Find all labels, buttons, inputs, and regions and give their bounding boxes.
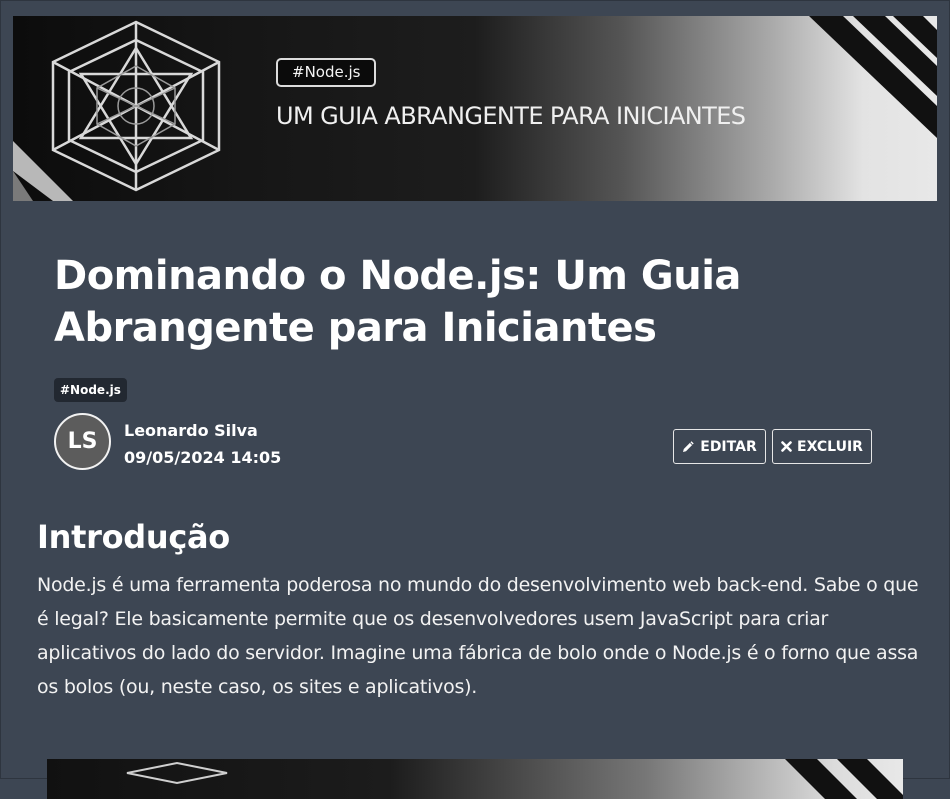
cover-banner: #Node.js UM GUIA ABRANGENTE PARA INICIAN… xyxy=(13,16,937,201)
post-tag[interactable]: #Node.js xyxy=(54,378,127,402)
content-image-stripes xyxy=(126,759,903,799)
pencil-icon xyxy=(683,441,694,452)
content-image xyxy=(47,759,903,799)
edit-button[interactable]: EDITAR xyxy=(673,429,766,464)
delete-label: EXCLUIR xyxy=(797,438,863,455)
section-heading: Introdução xyxy=(37,518,230,556)
author-name: Leonardo Silva xyxy=(124,421,258,440)
banner-subtitle: UM GUIA ABRANGENTE PARA INICIANTES xyxy=(276,102,746,130)
post-date: 09/05/2024 14:05 xyxy=(124,448,282,467)
close-icon xyxy=(781,441,792,452)
delete-button[interactable]: EXCLUIR xyxy=(772,429,872,464)
intro-paragraph: Node.js é uma ferramenta poderosa no mun… xyxy=(37,574,919,698)
author-avatar: LS xyxy=(54,413,111,470)
post-title: Dominando o Node.js: Um Guia Abrangente … xyxy=(54,253,741,351)
avatar-initials: LS xyxy=(67,429,98,454)
banner-tag: #Node.js xyxy=(276,58,377,87)
wireframe-cube-logo xyxy=(51,20,221,192)
edit-label: EDITAR xyxy=(700,438,757,455)
